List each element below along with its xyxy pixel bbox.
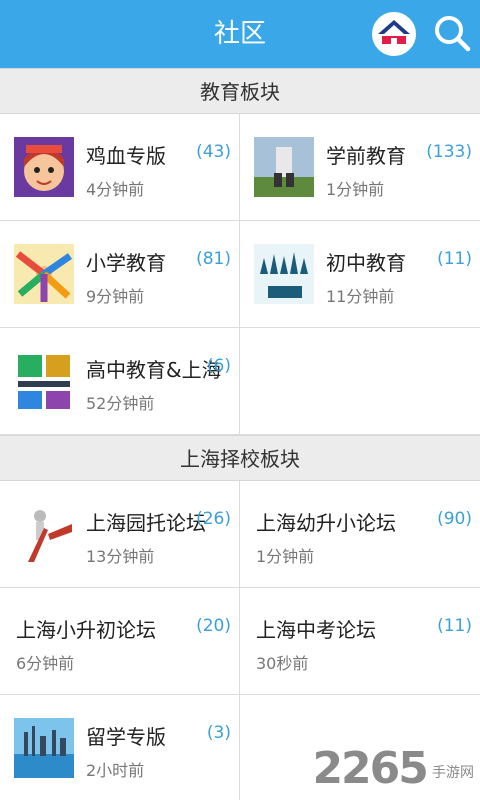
forum-item-gaozhong[interactable]: 高中教育&上海 (6) 52分钟前: [0, 328, 240, 435]
forum-name: 留学专版: [86, 725, 166, 749]
forum-grid-education: 鸡血专版 (43) 4分钟前 学前教育 (133) 1分钟前 小学教育 (81)…: [0, 114, 480, 435]
forum-thumbnail: [14, 244, 74, 304]
site-watermark: 2265 手游网: [312, 743, 474, 794]
avatar-image-icon: [374, 14, 414, 54]
forum-name: 鸡血专版: [86, 144, 166, 168]
forum-time: 11分钟前: [326, 287, 395, 306]
forum-item-liuxue[interactable]: 留学专版 (3) 2小时前: [0, 695, 240, 800]
forum-item-chuzhong[interactable]: 初中教育 (11) 11分钟前: [240, 221, 480, 328]
forum-time: 1分钟前: [256, 547, 315, 566]
forum-thumbnail: [254, 137, 314, 197]
app-header: 社区: [0, 0, 480, 68]
forum-name: 高中教育&上海: [86, 358, 222, 382]
section-title-education: 教育板块: [0, 68, 480, 114]
forum-count: (43): [196, 142, 231, 162]
forum-count: (81): [196, 249, 231, 269]
forum-item-jixue[interactable]: 鸡血专版 (43) 4分钟前: [0, 114, 240, 221]
forum-item-xueqian[interactable]: 学前教育 (133) 1分钟前: [240, 114, 480, 221]
user-avatar[interactable]: [372, 12, 416, 56]
forum-time: 9分钟前: [86, 287, 145, 306]
forum-count: (20): [196, 616, 231, 636]
forum-time: 52分钟前: [86, 394, 155, 413]
forum-name: 上海幼升小论坛: [256, 511, 396, 535]
forum-time: 1分钟前: [326, 180, 385, 199]
forum-count: (90): [437, 509, 472, 529]
forum-time: 2小时前: [86, 761, 145, 780]
forum-item-xiaoxue[interactable]: 小学教育 (81) 9分钟前: [0, 221, 240, 328]
forum-name: 上海园托论坛: [86, 511, 206, 535]
forum-thumbnail: [14, 351, 74, 411]
forum-count: (3): [206, 723, 231, 743]
forum-item-xiaoshengchu[interactable]: 上海小升初论坛 (20) 6分钟前: [0, 588, 240, 695]
watermark-number: 2265: [312, 743, 428, 794]
forum-thumbnail: [254, 244, 314, 304]
forum-item-zhongkao[interactable]: 上海中考论坛 (11) 30秒前: [240, 588, 480, 695]
forum-name: 上海中考论坛: [256, 618, 376, 642]
forum-count: (11): [437, 249, 472, 269]
forum-name: 学前教育: [326, 144, 406, 168]
forum-count: (26): [196, 509, 231, 529]
forum-count: (11): [437, 616, 472, 636]
forum-thumbnail: [14, 504, 74, 564]
forum-time: 30秒前: [256, 654, 309, 673]
forum-thumbnail: [14, 137, 74, 197]
forum-time: 4分钟前: [86, 180, 145, 199]
section-title-school-selection: 上海择校板块: [0, 435, 480, 481]
forum-name: 初中教育: [326, 251, 406, 275]
search-icon[interactable]: [432, 13, 472, 53]
forum-count: (133): [426, 142, 472, 162]
forum-time: 6分钟前: [16, 654, 75, 673]
forum-count: (6): [206, 356, 231, 376]
forum-name: 上海小升初论坛: [16, 618, 156, 642]
forum-item-youshengxiao[interactable]: 上海幼升小论坛 (90) 1分钟前: [240, 481, 480, 588]
forum-item-yuantuo[interactable]: 上海园托论坛 (26) 13分钟前: [0, 481, 240, 588]
forum-time: 13分钟前: [86, 547, 155, 566]
empty-cell: [240, 328, 480, 435]
forum-name: 小学教育: [86, 251, 166, 275]
watermark-suffix: 手游网: [432, 765, 474, 781]
forum-thumbnail: [14, 718, 74, 778]
